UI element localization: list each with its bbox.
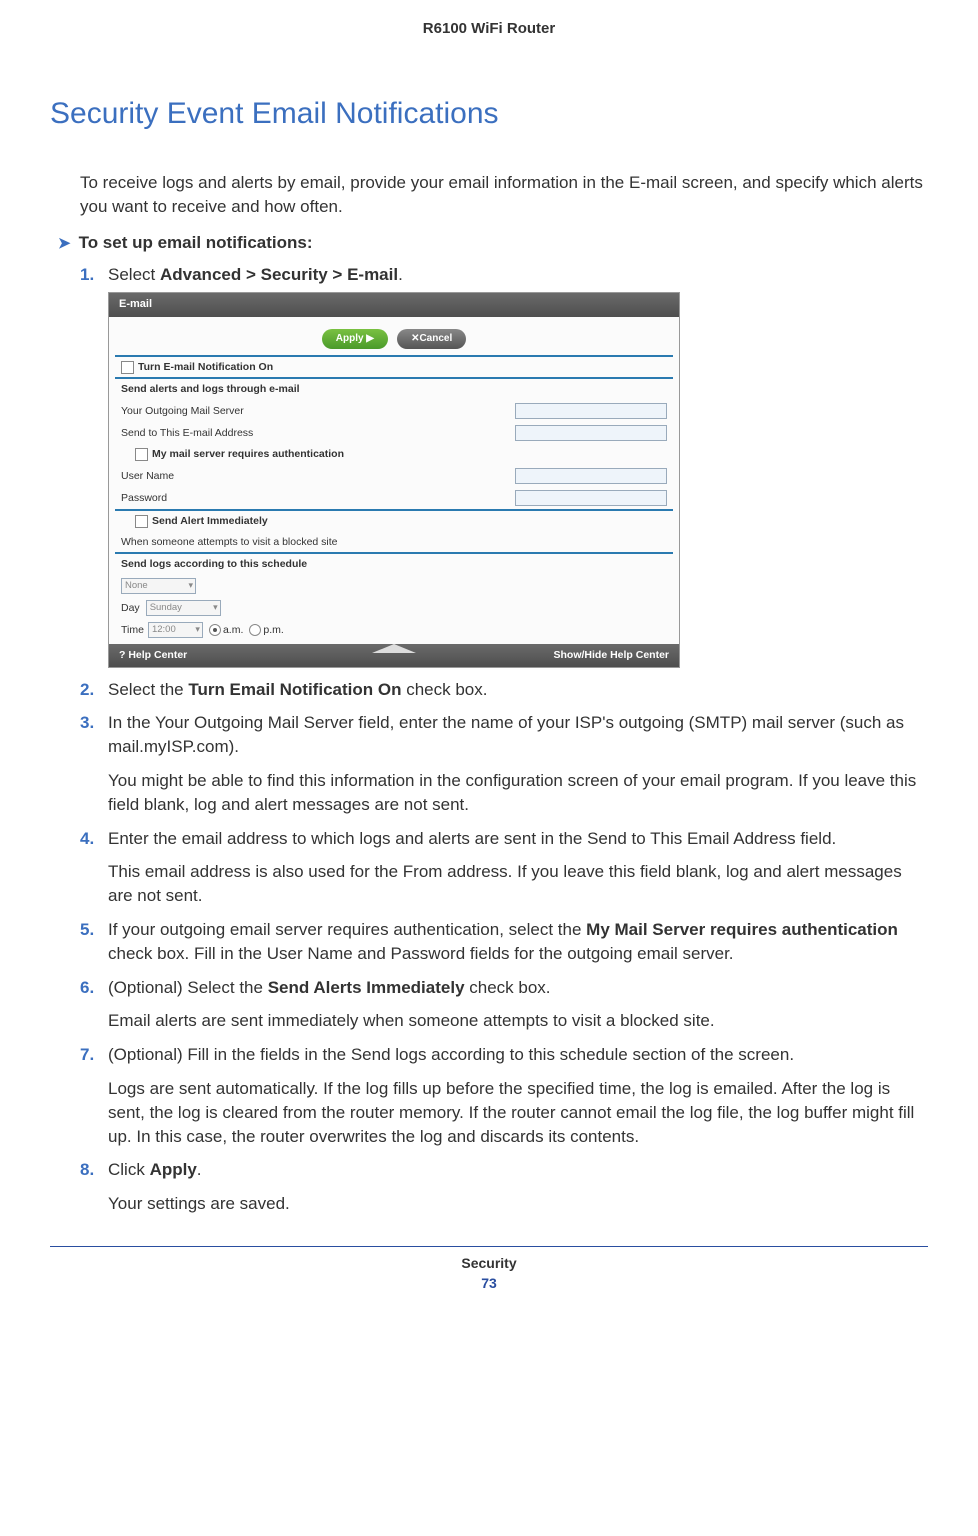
day-select[interactable]: Sunday [146, 600, 221, 616]
step-number: 2. [80, 678, 94, 702]
step-text: Logs are sent automatically. If the log … [108, 1077, 928, 1148]
step-text: Email alerts are sent immediately when s… [108, 1009, 928, 1033]
send-to-input[interactable] [515, 425, 667, 441]
schedule-section-label: Send logs according to this schedule [115, 554, 673, 575]
day-label: Day [121, 601, 140, 616]
step-number: 5. [80, 918, 94, 942]
step-text: In the Your Outgoing Mail Server field, … [108, 713, 904, 756]
footer-page-number: 73 [50, 1275, 928, 1291]
password-input[interactable] [515, 490, 667, 506]
send-alert-immediately-label: Send Alert Immediately [152, 514, 268, 529]
username-label: User Name [121, 469, 515, 484]
pm-label: p.m. [263, 623, 283, 638]
step-number: 6. [80, 976, 94, 1000]
step-5: 5. If your outgoing email server require… [80, 918, 928, 966]
step-text: Enter the email address to which logs an… [108, 829, 836, 848]
procedure-heading-text: To set up email notifications: [79, 233, 313, 252]
auth-label: My mail server requires authentication [152, 447, 344, 462]
step-text: You might be able to find this informati… [108, 769, 928, 817]
turn-email-on-checkbox[interactable] [121, 361, 134, 374]
turn-email-on-label: Turn E-mail Notification On [138, 360, 273, 375]
password-label: Password [121, 491, 515, 506]
step-text: Select [108, 265, 160, 284]
send-alert-immediately-checkbox[interactable] [135, 515, 148, 528]
am-label: a.m. [223, 623, 243, 638]
turn-email-on-bold: Turn Email Notification On [188, 680, 401, 699]
outgoing-server-input[interactable] [515, 403, 667, 419]
send-alerts-bold: Send Alerts Immediately [268, 978, 465, 997]
step-text: (Optional) Fill in the fields in the Sen… [108, 1045, 794, 1064]
step-7: 7. (Optional) Fill in the fields in the … [80, 1043, 928, 1148]
step-6: 6. (Optional) Select the Send Alerts Imm… [80, 976, 928, 1034]
email-settings-screenshot: E-mail Apply ▶ ✕Cancel Turn E-mail Notif… [108, 292, 680, 667]
menu-path: Advanced > Security > E-mail [160, 265, 398, 284]
time-label: Time [121, 623, 144, 638]
footer-section: Security [50, 1255, 928, 1271]
auth-checkbox[interactable] [135, 448, 148, 461]
cancel-button[interactable]: ✕Cancel [397, 329, 466, 349]
step-3: 3. In the Your Outgoing Mail Server fiel… [80, 711, 928, 816]
doc-header: R6100 WiFi Router [50, 20, 928, 37]
expand-icon[interactable] [372, 644, 416, 653]
schedule-select[interactable]: None [121, 578, 196, 594]
send-to-label: Send to This E-mail Address [121, 426, 515, 441]
arrow-icon: ➤ [58, 235, 71, 252]
pm-radio[interactable] [249, 624, 261, 636]
intro-text: To receive logs and alerts by email, pro… [80, 171, 928, 219]
help-center-link[interactable]: ? Help Center [119, 648, 187, 663]
step-text: Your settings are saved. [108, 1192, 928, 1216]
panel-title: E-mail [109, 293, 679, 316]
show-hide-help-link[interactable]: Show/Hide Help Center [553, 648, 669, 663]
apply-button[interactable]: Apply ▶ [322, 329, 388, 349]
step-text: This email address is also used for the … [108, 860, 928, 908]
apply-bold: Apply [150, 1160, 197, 1179]
am-radio[interactable] [209, 624, 221, 636]
step-number: 4. [80, 827, 94, 851]
procedure-heading: ➤ To set up email notifications: [58, 233, 928, 253]
auth-bold: My Mail Server requires authentication [586, 920, 898, 939]
step-1: 1. Select Advanced > Security > E-mail. … [80, 263, 928, 668]
page-footer: Security 73 [50, 1246, 928, 1291]
step-8: 8. Click Apply. Your settings are saved. [80, 1158, 928, 1216]
step-4: 4. Enter the email address to which logs… [80, 827, 928, 908]
step-number: 3. [80, 711, 94, 735]
username-input[interactable] [515, 468, 667, 484]
step-number: 8. [80, 1158, 94, 1182]
alert-desc: When someone attempts to visit a blocked… [115, 532, 673, 555]
step-2: 2. Select the Turn Email Notification On… [80, 678, 928, 702]
time-select[interactable]: 12:00 [148, 622, 203, 638]
page-title: Security Event Email Notifications [50, 97, 928, 131]
outgoing-server-label: Your Outgoing Mail Server [121, 404, 515, 419]
step-number: 7. [80, 1043, 94, 1067]
step-number: 1. [80, 263, 94, 287]
section-send-alerts: Send alerts and logs through e-mail [115, 379, 673, 400]
